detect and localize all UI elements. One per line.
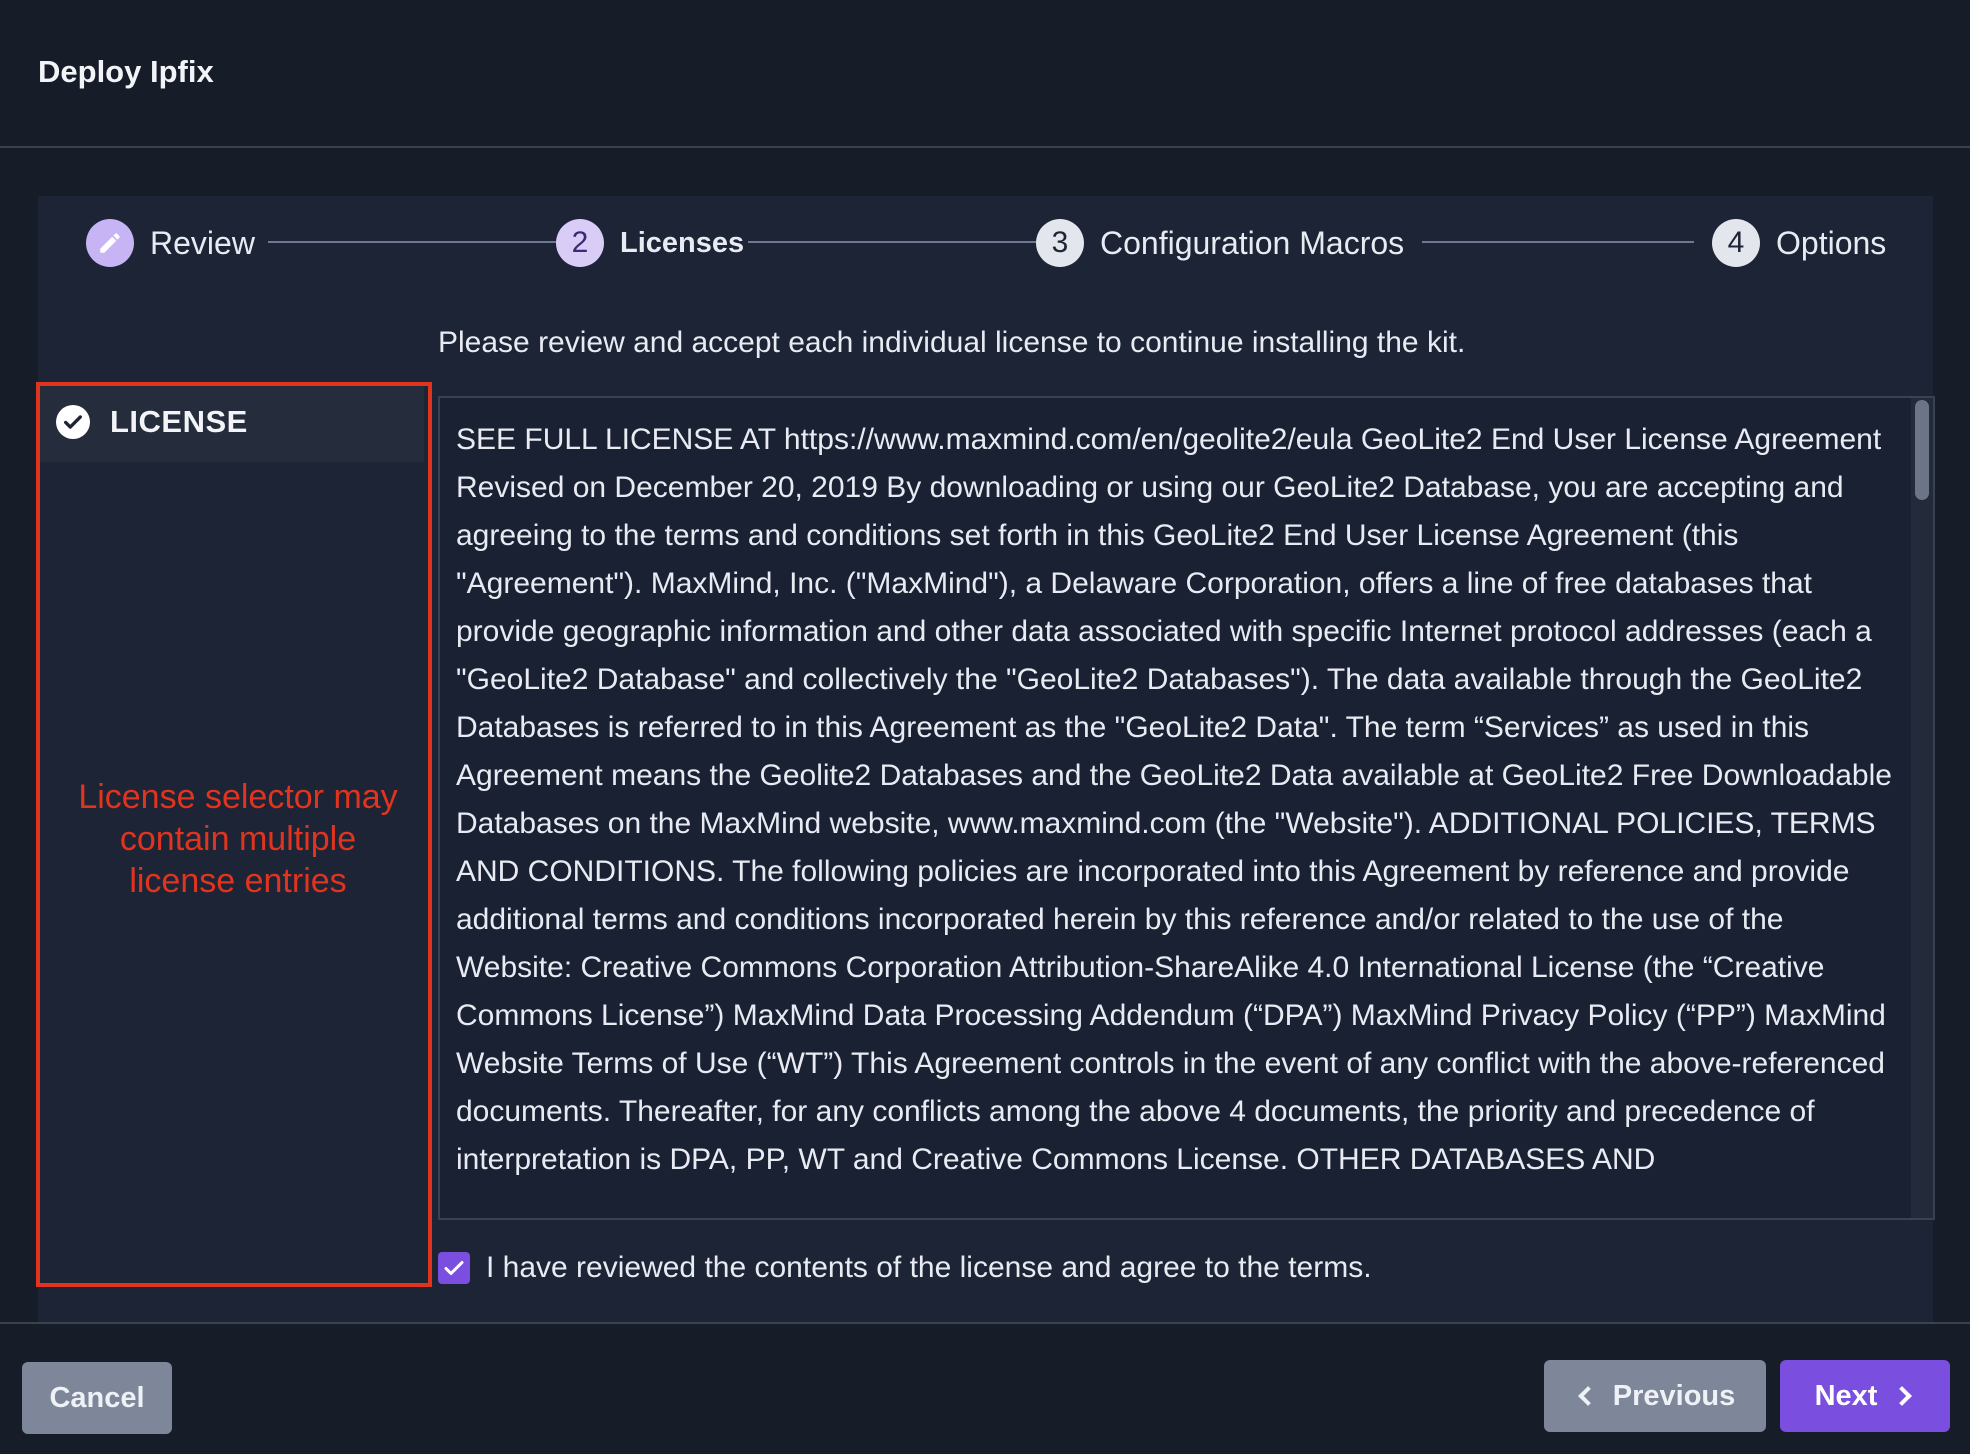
step-configuration-macros[interactable]: 3 Configuration Macros [1036,218,1404,268]
license-text-panel[interactable]: SEE FULL LICENSE AT https://www.maxmind.… [438,396,1935,1220]
step-connector [268,241,578,243]
step-label-options: Options [1776,224,1887,261]
annotation-box: License selector may contain multiple li… [36,382,432,1287]
agree-row[interactable]: I have reviewed the contents of the lice… [438,1248,1372,1288]
step-number-3: 3 [1036,219,1084,267]
cancel-button[interactable]: Cancel [22,1362,172,1434]
license-text: SEE FULL LICENSE AT https://www.maxmind.… [456,423,1892,1176]
dialog-header: Deploy Ipfix [0,0,1970,148]
pencil-icon [86,219,134,267]
scrollbar-thumb[interactable] [1915,400,1929,500]
next-button[interactable]: Next [1780,1360,1950,1432]
step-connector [748,241,1058,243]
stepper: Review 2 Licenses 3 Configuration Macros… [38,196,1933,292]
dialog-footer: Cancel Previous Next [0,1322,1970,1454]
scrollbar[interactable] [1911,398,1933,1218]
previous-button-label: Previous [1612,1379,1736,1412]
checkmark-icon [444,1261,464,1275]
agree-label: I have reviewed the contents of the lice… [486,1251,1372,1284]
step-label-configuration-macros: Configuration Macros [1100,224,1405,261]
step-connector [1422,241,1694,243]
chevron-left-icon [1577,1386,1598,1406]
previous-button[interactable]: Previous [1544,1360,1766,1432]
step-label-review: Review [150,224,255,261]
step-review[interactable]: Review [86,218,255,268]
step-number-2: 2 [556,219,604,267]
step-options[interactable]: 4 Options [1712,218,1886,268]
agree-checkbox[interactable] [438,1252,470,1284]
instructions-text: Please review and accept each individual… [438,326,1466,359]
annotation-text: License selector may contain multiple li… [78,778,398,900]
step-licenses[interactable]: 2 Licenses [556,218,744,268]
chevron-right-icon [1892,1386,1913,1406]
cancel-button-label: Cancel [49,1381,145,1414]
dialog-title: Deploy Ipfix [38,54,214,89]
step-number-4: 4 [1712,219,1760,267]
step-label-licenses: Licenses [620,226,745,259]
next-button-label: Next [1814,1379,1878,1412]
